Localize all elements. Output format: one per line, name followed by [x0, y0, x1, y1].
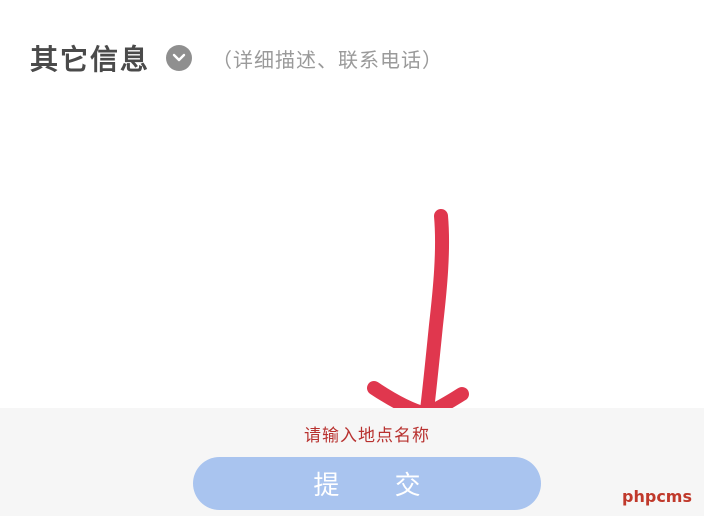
chevron-down-icon[interactable]: [166, 45, 193, 71]
arrow-shaft: [420, 209, 450, 417]
submit-button[interactable]: 提 交: [193, 457, 541, 510]
watermark: phpcms: [622, 487, 692, 506]
other-info-hint: （详细描述、联系电话）: [212, 47, 444, 72]
page: 其它信息 （详细描述、联系电话） 请输入地点名称 提 交 phpcms: [0, 0, 704, 516]
other-info-title: 其它信息: [30, 43, 151, 76]
error-tip: 请输入地点名称: [304, 426, 430, 446]
submit-button-label: 提 交: [313, 470, 445, 500]
other-info-header: 其它信息 （详细描述、联系电话）: [30, 36, 443, 80]
chevron-down-glyph: [172, 53, 186, 62]
